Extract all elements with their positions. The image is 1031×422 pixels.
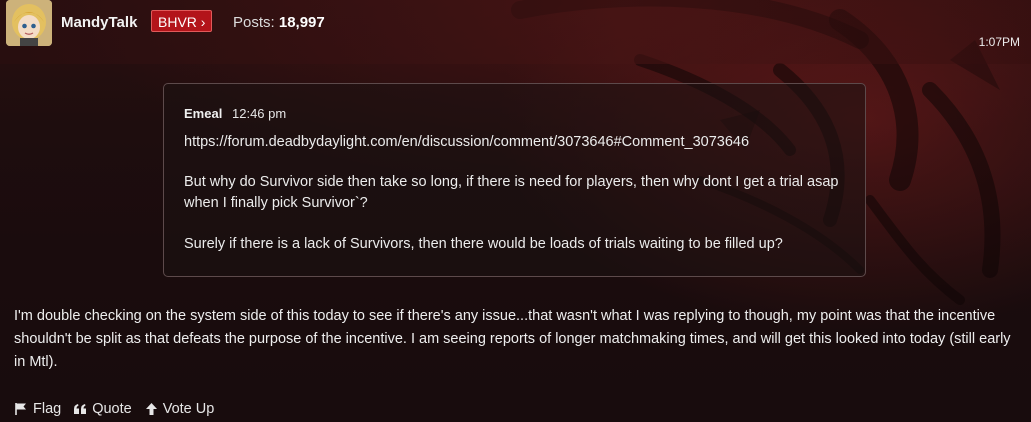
role-badge[interactable]: BHVR › [151,10,213,32]
quote-link[interactable]: https://forum.deadbydaylight.com/en/disc… [184,132,844,153]
flag-button[interactable]: Flag [14,401,61,417]
vote-up-label: Vote Up [162,401,215,417]
quote-date: 12:46 pm [232,106,287,121]
post-body: I'm double checking on the system side o… [14,308,1011,370]
quote-label: Quote [92,401,132,417]
post-actions: Flag Quote Vote Up [14,401,214,417]
author-avatar[interactable] [6,0,52,46]
flag-icon [15,403,26,415]
author-name[interactable]: MandyTalk [61,14,137,31]
vote-up-button[interactable]: Vote Up [144,401,215,417]
quote-block: Emeal 12:46 pm https://forum.deadbydayli… [163,83,866,277]
quote-icon [74,404,87,414]
quote-button[interactable]: Quote [73,401,132,417]
posts-label: Posts: [233,14,275,31]
posts-count: 18,997 [278,14,325,31]
post-timestamp[interactable]: 1:07PM [979,35,1020,49]
quote-author[interactable]: Emeal [184,106,222,121]
avatar-illustration [6,0,52,46]
flag-label: Flag [33,401,62,417]
post-count: Posts: 18,997 [233,14,325,31]
arrow-up-icon [145,403,157,415]
quote-paragraph: Surely if there is a lack of Survivors, … [184,236,783,252]
quote-paragraph: But why do Survivor side then take so lo… [184,174,839,211]
